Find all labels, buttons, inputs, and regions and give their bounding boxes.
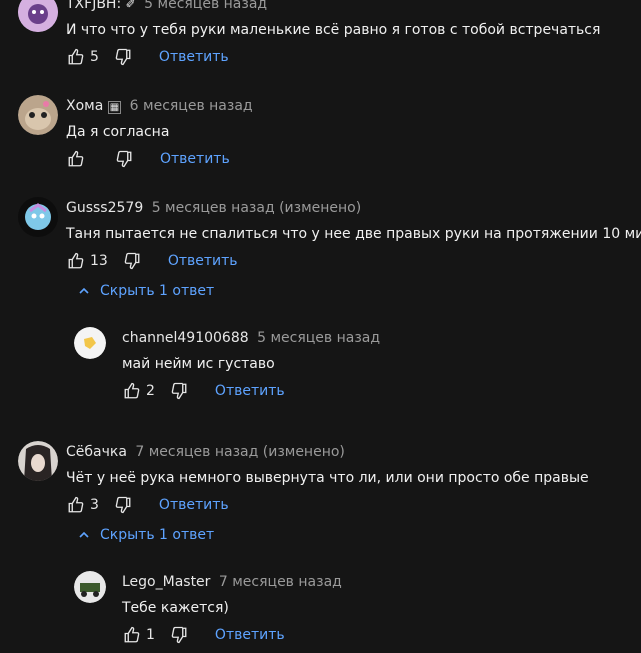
reply-text: Тебе кажется) [122,600,229,616]
like-count: 2 [146,383,155,399]
comment-author[interactable]: TXFJBH: [66,0,121,12]
reply-text: май нейм ис густаво [122,356,275,372]
comment-time[interactable]: 5 месяцев назад [144,0,267,12]
comment-time[interactable]: 7 месяцев назад (изменено) [135,444,345,460]
reply-button[interactable]: Ответить [160,151,230,167]
avatar[interactable] [18,441,58,481]
like-icon[interactable] [122,625,142,645]
reply-button[interactable]: Ответить [168,253,238,269]
emoji-icon: ▦ [107,101,122,114]
dislike-icon[interactable] [113,47,133,67]
like-count: 1 [146,627,155,643]
hide-replies-label: Скрыть 1 ответ [100,283,215,299]
reply-author[interactable]: channel49100688 [122,330,249,346]
avatar[interactable] [18,197,58,237]
dislike-icon[interactable] [114,149,134,169]
comment-time[interactable]: 5 месяцев назад (изменено) [152,200,362,216]
avatar[interactable] [18,95,58,135]
reply-time[interactable]: 5 месяцев назад [257,330,380,346]
reply-button[interactable]: Ответить [215,627,285,643]
comment-text: Таня пытается не спалиться что у нее две… [66,226,641,242]
dislike-icon[interactable] [169,381,189,401]
chevron-up-icon [79,531,89,538]
like-icon[interactable] [66,495,86,515]
like-count: 5 [90,49,99,65]
like-icon[interactable] [66,251,86,271]
reply-button[interactable]: Ответить [159,49,229,65]
chevron-up-icon [79,287,89,294]
reply-author[interactable]: Lego_Master [122,574,210,590]
hide-replies-button[interactable]: Скрыть 1 ответ [78,283,214,299]
pin-icon: ✐ [125,0,136,11]
comment-time[interactable]: 6 месяцев назад [130,98,253,114]
hide-replies-label: Скрыть 1 ответ [100,527,215,543]
comment-author[interactable]: Сёбачка [66,444,127,460]
comment-text: Чёт у неё рука немного вывернута что ли,… [66,470,589,486]
comment-author[interactable]: Хома [66,98,103,114]
like-icon[interactable] [66,149,86,169]
comment-author[interactable]: Gusss2579 [66,200,143,216]
reply-button[interactable]: Ответить [215,383,285,399]
dislike-icon[interactable] [113,495,133,515]
like-count: 3 [90,497,99,513]
like-icon[interactable] [66,47,86,67]
comment-text: И что что у тебя руки маленькие всё равн… [66,22,601,38]
avatar[interactable] [18,0,58,32]
hide-replies-button[interactable]: Скрыть 1 ответ [78,527,214,543]
reply-time[interactable]: 7 месяцев назад [219,574,342,590]
dislike-icon[interactable] [169,625,189,645]
reply-button[interactable]: Ответить [159,497,229,513]
dislike-icon[interactable] [122,251,142,271]
like-icon[interactable] [122,381,142,401]
comment-text: Да я согласна [66,124,170,140]
avatar[interactable] [74,571,106,603]
avatar[interactable] [74,327,106,359]
like-count: 13 [90,253,108,269]
